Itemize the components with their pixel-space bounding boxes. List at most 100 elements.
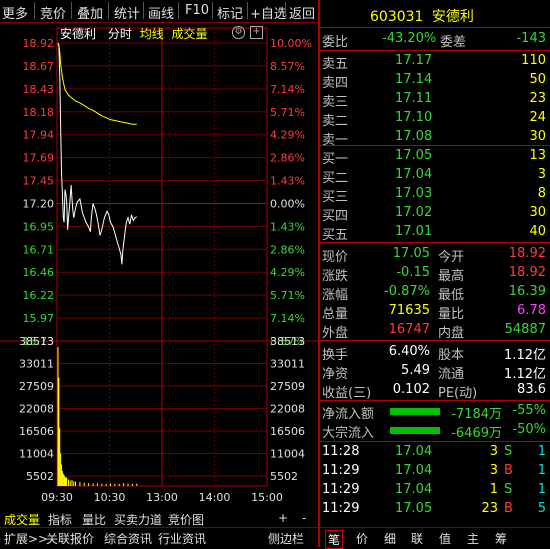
tab-avg-line[interactable]: 均线 [140, 27, 164, 41]
weibi-label: 委比 [322, 35, 349, 50]
quote-label-2: 量比 [438, 307, 465, 322]
more-button[interactable]: 更多 [2, 3, 28, 22]
buy-price: 17.02 [395, 205, 433, 220]
pct-tick-label: 4.29% [270, 129, 305, 142]
stock-name: 安德利 [431, 9, 474, 25]
draw-line-button[interactable]: 画线 [148, 3, 174, 22]
back-button[interactable]: 返回 [289, 3, 315, 22]
general-news-tab[interactable]: 综合资讯 [104, 530, 152, 547]
price-tick-label: 18.92 [23, 37, 55, 50]
stat-label: 收益(三) [322, 386, 372, 401]
buy-level-label: 买四 [322, 209, 349, 224]
quote-row: 涨幅 -0.87% 最低 16.39 [320, 283, 550, 303]
sell-level-label: 卖五 [322, 57, 349, 72]
tab-indicator[interactable]: 指标 [48, 511, 72, 528]
volume-tick-label-right: 16506 [270, 425, 305, 438]
mark-button[interactable]: 标记 [217, 3, 243, 22]
sell-row: 卖五 17.17 110 [320, 52, 550, 72]
tab-volume[interactable]: 成交量 [172, 27, 208, 41]
expand-button[interactable]: 扩展>> [4, 530, 48, 547]
quote-label-2: 内盘 [438, 326, 465, 341]
tick-time: 11:29 [322, 501, 360, 516]
tick-price: 17.05 [395, 501, 433, 516]
tick-time: 11:28 [322, 444, 360, 459]
volume-tick-label: 16506 [19, 425, 54, 438]
add-favorite-button[interactable]: +自选 [250, 3, 287, 22]
volume-tick-label-right: 5502 [270, 470, 298, 483]
weidiff-label: 委差 [440, 35, 467, 50]
stat-row: 净资 5.49 流通 1.12亿 [320, 362, 550, 382]
tick-side: B [504, 463, 513, 478]
tab-intraday[interactable]: 分时 [108, 27, 132, 41]
sidebar-toggle[interactable]: 侧边栏 [268, 530, 304, 547]
chart-header: 安德利 分时 均线 成交量 [60, 25, 208, 42]
pct-tick-label: 1.43% [270, 220, 305, 233]
intraday-chart[interactable]: 18.92 10.00% 18.67 8.57% 18.43 7.14% 18.18 5.71… [0, 23, 318, 510]
stat-label-2: 股本 [438, 348, 465, 363]
stat-label: 净资 [322, 367, 349, 382]
toolbar: 更多 竞价 叠加 统计 画线 F10 标记 +自选 返回 [0, 0, 318, 23]
quote-label: 总量 [322, 307, 349, 322]
tick-price: 17.04 [395, 482, 433, 497]
stats-button[interactable]: 统计 [114, 3, 140, 22]
stat-label-2: 流通 [438, 367, 465, 382]
tick-time: 11:29 [322, 463, 360, 478]
chart-tabs: 成交量 指标 量比 买卖力道 竞价图 + - [0, 510, 318, 527]
quote-value: -0.15 [396, 265, 430, 280]
quote-panel: 603031 安德利 委比 -43.20% 委差 -143 卖五 17.17 110… [318, 0, 550, 547]
tick-count: 1 [537, 482, 546, 497]
time-tick-label: 15:00 [251, 491, 283, 504]
chart-area[interactable]: 18.92 10.00% 18.67 8.57% 18.43 7.14% 18.18 5.71… [0, 23, 318, 510]
pct-tick-label: 2.86% [270, 243, 305, 256]
related-quote-tab[interactable]: 关联报价 [46, 530, 94, 547]
sell-level-label: 卖四 [322, 76, 349, 91]
stock-title: 603031 安德利 [370, 6, 474, 26]
price-line [57, 42, 138, 265]
buy-volume: 13 [529, 148, 546, 163]
buy-level-label: 买三 [322, 190, 349, 205]
pct-tick-label: 2.86% [270, 152, 305, 165]
f10-button[interactable]: F10 [185, 3, 209, 18]
sell-price: 17.17 [395, 53, 433, 68]
volume-tick-label: 11004 [19, 448, 54, 461]
tab-volume-indicator[interactable]: 成交量 [4, 511, 40, 528]
quote-value: 16747 [388, 322, 430, 337]
price-tick-label: 17.69 [23, 152, 55, 165]
quote-row: 总量 71635 量比 6.78 [320, 302, 550, 322]
tick-volume: 3 [489, 444, 498, 459]
volume-tick-label-right: 38513 [270, 335, 305, 348]
buy-volume: 3 [537, 167, 546, 182]
price-tick-label: 16.22 [23, 289, 55, 302]
flow-bar [390, 427, 440, 434]
quote-value: 17.05 [392, 246, 430, 261]
chart-stock-name: 安德利 [60, 27, 97, 41]
stock-code: 603031 [370, 9, 424, 25]
sell-level-label: 卖二 [322, 114, 349, 129]
tick-price: 17.04 [395, 444, 433, 459]
sell-row: 卖四 17.14 50 [320, 71, 550, 91]
tick-time: 11:29 [322, 482, 360, 497]
tab-volume-ratio[interactable]: 量比 [82, 511, 106, 528]
stat-value-2: 83.6 [517, 382, 546, 397]
auction-button[interactable]: 竞价 [40, 3, 66, 22]
flow-value: -6469万 [451, 426, 502, 441]
zoom-out-button[interactable]: - [302, 511, 306, 525]
sell-price: 17.08 [395, 129, 433, 144]
settings-icon[interactable]: ⚙ [232, 26, 245, 39]
tab-buy-sell-force[interactable]: 买卖力道 [114, 511, 162, 528]
tick-row: 11:28 17.04 3 S 1 [320, 443, 550, 462]
pct-tick-label: 4.29% [270, 266, 305, 279]
tick-side: S [504, 444, 513, 459]
pct-tick-label: 5.71% [270, 106, 305, 119]
zoom-in-button[interactable]: + [278, 511, 288, 525]
buy-level-label: 买一 [322, 152, 349, 167]
volume-tick-label-right: 22008 [270, 403, 305, 416]
expand-icon[interactable]: + [250, 26, 263, 39]
tab-auction-chart[interactable]: 竞价图 [168, 511, 204, 528]
weibi-row: 委比 -43.20% 委差 -143 [320, 30, 550, 50]
industry-news-tab[interactable]: 行业资讯 [158, 530, 206, 547]
quote-value-2: 6.78 [517, 303, 546, 318]
weidiff-value: -143 [516, 31, 546, 46]
overlay-button[interactable]: 叠加 [77, 3, 103, 22]
quote-value: 71635 [388, 303, 430, 318]
